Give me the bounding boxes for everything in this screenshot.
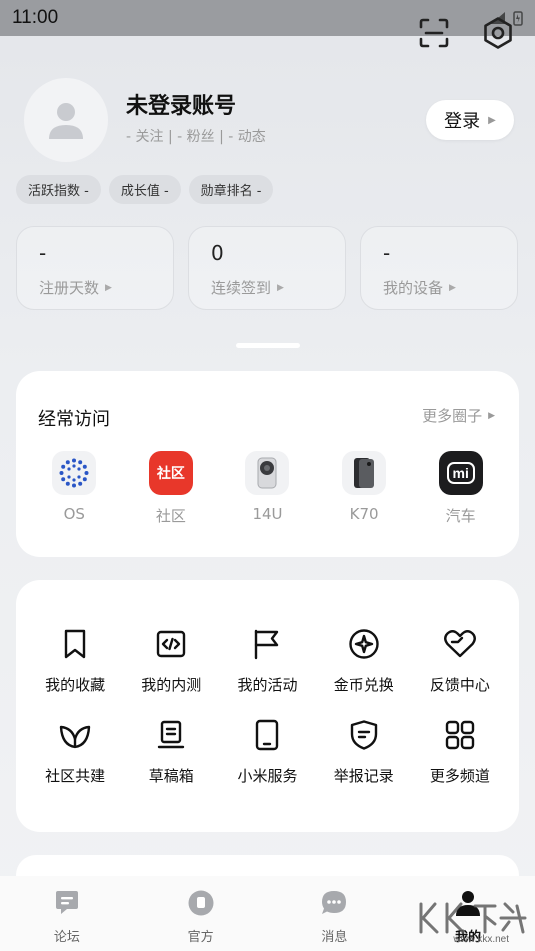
message-icon (319, 888, 349, 918)
leaf-icon (57, 717, 93, 753)
os-logo-icon (52, 451, 97, 495)
login-label: 登录 (444, 111, 481, 132)
phone-14u-icon (245, 451, 290, 495)
chip-activity[interactable]: 活跃指数 - (16, 175, 101, 204)
service-my-beta[interactable]: 我的内测 (123, 626, 219, 695)
settings-icon[interactable] (481, 16, 515, 50)
service-coin-exchange[interactable]: 金币兑换 (316, 626, 412, 695)
visit-label: 14U (252, 505, 283, 523)
community-logo-icon: 社区 (148, 451, 193, 495)
scan-icon[interactable] (417, 16, 451, 50)
mi-logo-icon: mi (438, 451, 483, 495)
service-my-events[interactable]: 我的活动 (219, 626, 315, 695)
visit-item-14u[interactable]: 14U (227, 451, 307, 526)
tab-messages[interactable]: 消息 (286, 888, 382, 945)
stat-label: 我的设备 ▶ (383, 279, 456, 297)
heart-icon (442, 626, 478, 662)
visit-item-k70[interactable]: K70 (324, 451, 404, 526)
stat-value: - (39, 241, 47, 265)
stat-value: - (383, 241, 391, 265)
arrow-right-icon: ▶ (488, 410, 495, 421)
stat-card-register-days[interactable]: - 注册天数 ▶ (16, 226, 174, 310)
chip-growth[interactable]: 成长值 - (108, 175, 181, 204)
coin-icon (346, 626, 382, 662)
stat-label: 注册天数 ▶ (39, 279, 112, 297)
frequent-visit-title: 经常访问 (38, 409, 110, 430)
code-icon (153, 626, 189, 662)
tablet-icon (249, 717, 285, 753)
stat-card-checkin[interactable]: 0 连续签到 ▶ (188, 226, 346, 310)
user-placeholder-icon (49, 103, 83, 139)
visit-label: OS (63, 505, 85, 523)
arrow-right-icon: ▶ (449, 282, 456, 293)
service-my-favorites[interactable]: 我的收藏 (27, 626, 123, 695)
services-grid: 我的收藏 我的内测 我的活动 金币兑换 反馈中心 社区共建 草稿箱 小米服务 举… (16, 626, 519, 786)
grid-icon (442, 717, 478, 753)
official-icon (186, 888, 216, 918)
arrow-right-icon: ▶ (488, 114, 496, 126)
stat-card-devices[interactable]: - 我的设备 ▶ (360, 226, 518, 310)
visit-item-car[interactable]: mi 汽车 (421, 451, 501, 526)
tab-label: 论坛 (53, 930, 80, 945)
avatar[interactable] (24, 78, 108, 162)
visit-label: 汽车 (445, 507, 476, 525)
sheet-handle[interactable] (236, 343, 300, 348)
stat-cards: - 注册天数 ▶ 0 连续签到 ▶ - 我的设备 ▶ (16, 226, 518, 310)
tab-label: 消息 (321, 930, 348, 945)
metric-chips: 活跃指数 - 成长值 - 勋章排名 - (16, 175, 274, 204)
bookmark-icon (57, 626, 93, 662)
tab-official[interactable]: 官方 (153, 888, 249, 945)
service-drafts[interactable]: 草稿箱 (123, 717, 219, 786)
chip-medal-rank[interactable]: 勋章排名 - (188, 175, 274, 204)
login-button[interactable]: 登录 ▶ (426, 100, 514, 140)
service-more-channels[interactable]: 更多频道 (412, 717, 508, 786)
service-community-build[interactable]: 社区共建 (27, 717, 123, 786)
visit-item-community[interactable]: 社区 社区 (131, 451, 211, 526)
account-name: 未登录账号 (126, 94, 237, 119)
phone-k70-icon (342, 451, 387, 495)
follow-stats[interactable]: - 关注 | - 粉丝 | - 动态 (126, 126, 266, 146)
shield-icon (346, 717, 382, 753)
tab-label: 官方 (187, 930, 214, 945)
forum-icon (52, 888, 82, 918)
frequent-visit-card: 经常访问 更多圈子 ▶ OS 社区 社区 14U K70 mi 汽车 (16, 371, 519, 557)
services-card: 我的收藏 我的内测 我的活动 金币兑换 反馈中心 社区共建 草稿箱 小米服务 举… (16, 580, 519, 832)
arrow-right-icon: ▶ (105, 282, 112, 293)
stat-label: 连续签到 ▶ (211, 279, 284, 297)
more-circles-link[interactable]: 更多圈子 ▶ (422, 405, 495, 426)
service-feedback-center[interactable]: 反馈中心 (412, 626, 508, 695)
stat-value: 0 (211, 241, 224, 265)
status-time: 11:00 (12, 7, 59, 28)
arrow-right-icon: ▶ (277, 282, 284, 293)
visit-item-os[interactable]: OS (34, 451, 114, 526)
flag-icon (249, 626, 285, 662)
watermark-text: www.kkx.net (453, 934, 509, 945)
profile-header: 未登录账号 - 关注 | - 粉丝 | - 动态 登录 ▶ (24, 78, 514, 162)
draft-icon (153, 717, 189, 753)
tab-forum[interactable]: 论坛 (19, 888, 115, 945)
visit-label: K70 (349, 505, 379, 523)
frequent-visit-list: OS 社区 社区 14U K70 mi 汽车 (16, 451, 519, 526)
service-xiaomi-service[interactable]: 小米服务 (219, 717, 315, 786)
top-actions (417, 16, 515, 50)
service-report-records[interactable]: 举报记录 (316, 717, 412, 786)
visit-label: 社区 (155, 507, 186, 525)
